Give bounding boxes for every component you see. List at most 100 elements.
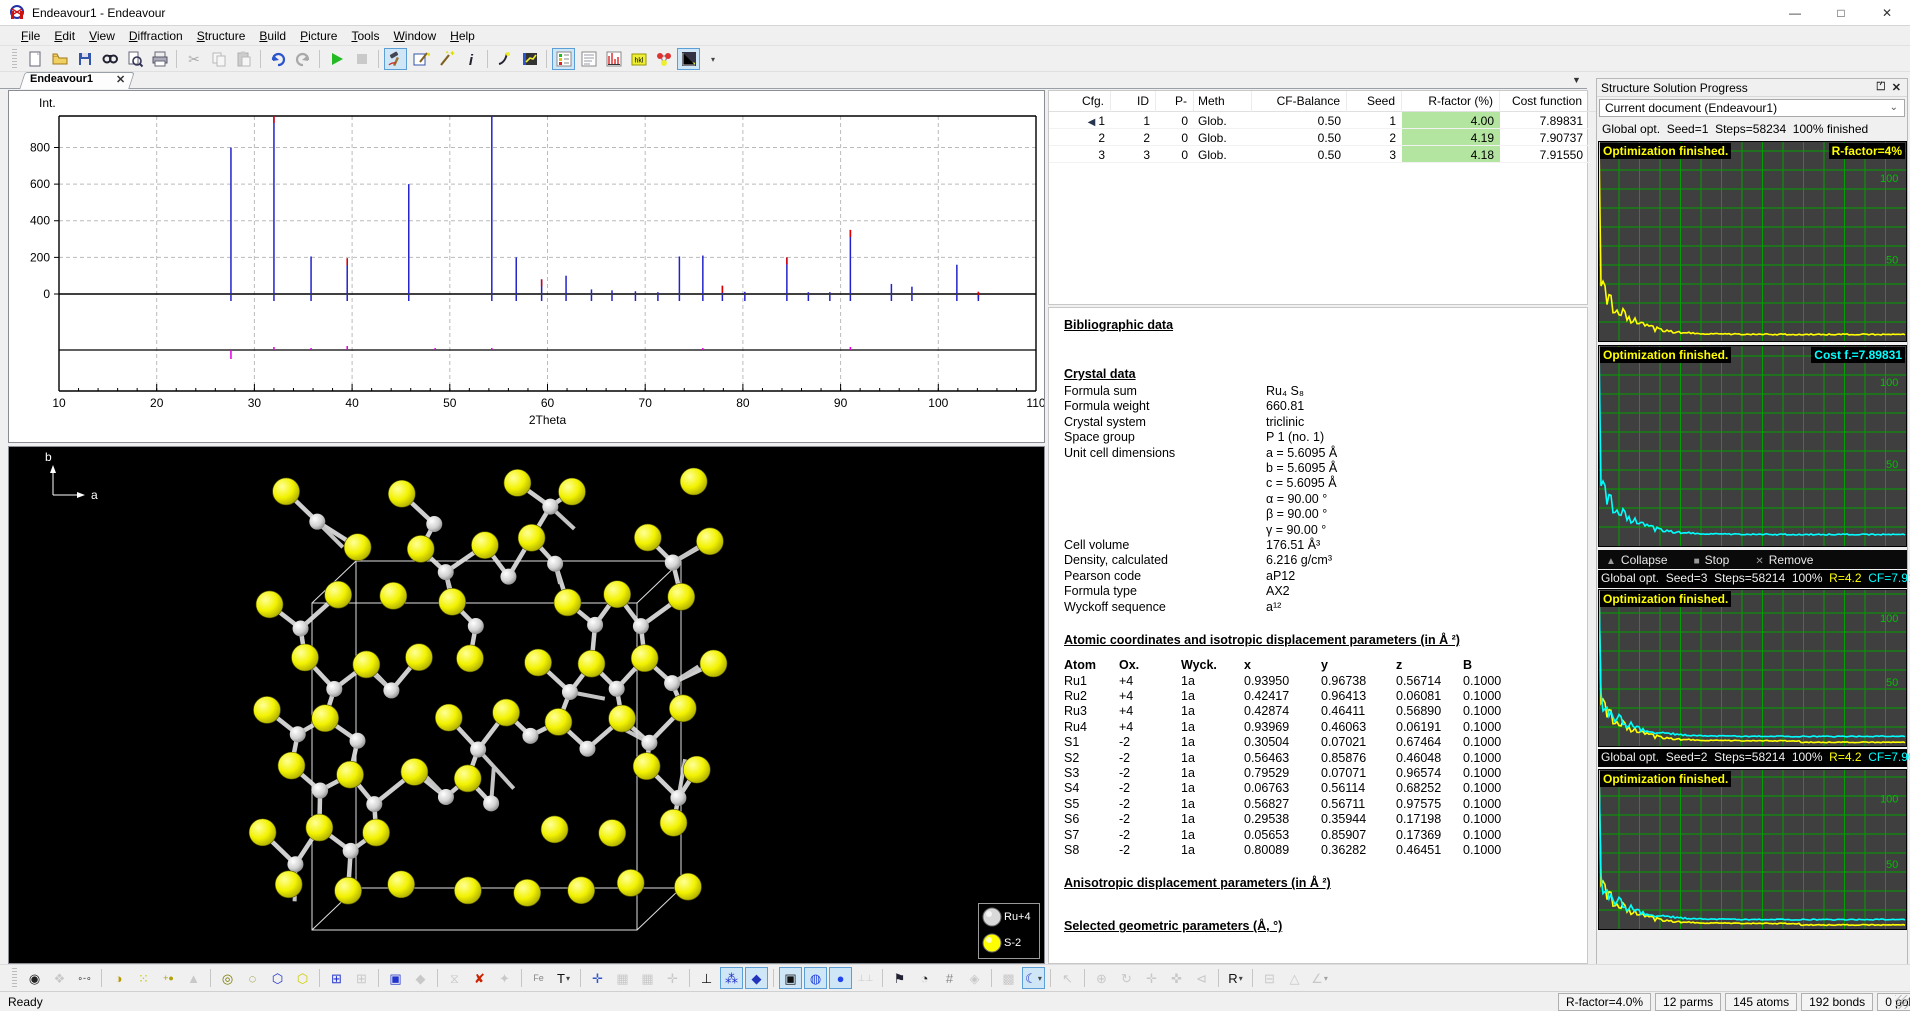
lattice-atoms-icon[interactable]: ⊞ — [325, 967, 348, 989]
background-color-icon[interactable]: ☾▾ — [1022, 967, 1045, 989]
hexagon-yellow-icon[interactable]: ⬡ — [291, 967, 314, 989]
label-options-icon[interactable]: R▾ — [1224, 967, 1247, 989]
menu-picture[interactable]: Picture — [293, 27, 344, 45]
atom-style-ring-icon[interactable]: ◎ — [216, 967, 239, 989]
polyhedron-fill-icon[interactable]: ◆ — [409, 967, 432, 989]
find-icon[interactable] — [98, 48, 121, 70]
stop-calculation-icon[interactable] — [350, 48, 373, 70]
ballstick-mode-icon[interactable]: ⁂ — [720, 967, 743, 989]
print-icon[interactable] — [148, 48, 171, 70]
diagram-view-icon[interactable] — [677, 48, 700, 70]
report-view-icon[interactable] — [577, 48, 600, 70]
edit-atoms-icon[interactable]: ◉ — [23, 967, 46, 989]
config-col-header[interactable]: R-factor (%) — [1402, 91, 1500, 112]
config-cell[interactable]: Glob. — [1194, 146, 1252, 163]
cleanup-icon[interactable]: ✦ — [493, 967, 516, 989]
config-cell[interactable]: 0 — [1156, 129, 1194, 146]
move-atoms-icon[interactable]: ✛ — [586, 967, 609, 989]
undo-icon[interactable] — [266, 48, 289, 70]
add-atoms-icon[interactable]: ⁙ — [132, 967, 155, 989]
stop-button[interactable]: ■Stop — [1694, 553, 1730, 567]
config-col-header[interactable]: P- — [1156, 91, 1194, 112]
tab-close-icon[interactable]: ✕ — [116, 73, 125, 86]
print-preview-icon[interactable] — [123, 48, 146, 70]
toolbar-grip-bottom[interactable] — [12, 968, 17, 988]
copy-icon[interactable] — [207, 48, 230, 70]
config-cell[interactable]: 4.19 — [1402, 129, 1500, 146]
remove-button[interactable]: ✕Remove — [1755, 553, 1813, 567]
zoom-view-icon[interactable]: ✜ — [1165, 967, 1188, 989]
crystal-structure-canvas[interactable]: ba — [9, 447, 1044, 963]
minimize-button[interactable]: — — [1772, 0, 1818, 26]
diffraction-pattern-pane[interactable]: 0200400600800Int.10203040506070809010011… — [8, 90, 1045, 443]
resize-grip[interactable] — [1895, 995, 1909, 1009]
text-label-icon[interactable]: T▾ — [552, 967, 575, 989]
dropdown-arrow-icon[interactable]: ▾ — [1324, 974, 1328, 983]
texture-icon[interactable]: ▩ — [997, 967, 1020, 989]
config-cell[interactable]: ◀1 — [1049, 112, 1111, 129]
menu-file[interactable]: File — [14, 27, 47, 45]
seed3-progress-graph[interactable]: 10050Optimization finished. — [1598, 589, 1907, 747]
costfunction-progress-graph[interactable]: 10050Optimization finished.Cost f.=7.898… — [1598, 345, 1907, 547]
rfactor-progress-graph[interactable]: 10050Optimization finished.R-factor=4% — [1598, 141, 1907, 342]
torsion-ruler-icon[interactable]: ∠▾ — [1308, 967, 1331, 989]
lattice-tree-icon[interactable]: ⊞ — [350, 967, 373, 989]
config-col-header[interactable]: Meth — [1194, 91, 1252, 112]
seed2-progress-graph[interactable]: 10050Optimization finished. — [1598, 769, 1907, 930]
config-cell[interactable]: 3 — [1347, 146, 1402, 163]
save-icon[interactable] — [73, 48, 96, 70]
config-cell[interactable]: Glob. — [1194, 129, 1252, 146]
expand-box-icon[interactable]: ▦ — [611, 967, 634, 989]
wizard-icon[interactable]: ✦✦ — [434, 48, 457, 70]
select-cursor-icon[interactable]: ↖ — [1056, 967, 1079, 989]
cut-icon[interactable]: ✂ — [182, 48, 205, 70]
menu-structure[interactable]: Structure — [190, 27, 253, 45]
config-cell[interactable]: 7.91550 — [1500, 146, 1589, 163]
unit-cell-icon[interactable]: ▣ — [384, 967, 407, 989]
config-cell[interactable]: 2 — [1049, 129, 1111, 146]
config-cell[interactable]: 0 — [1156, 112, 1194, 129]
sphere-solid-icon[interactable]: ● — [829, 967, 852, 989]
config-cell[interactable]: 3 — [1049, 146, 1111, 163]
fill-color-icon[interactable]: ◑ — [107, 967, 130, 989]
config-col-header[interactable]: CF-Balance — [1252, 91, 1347, 112]
config-cell[interactable]: 4.00 — [1402, 112, 1500, 129]
config-col-header[interactable]: ID — [1111, 91, 1156, 112]
wireframe-mode-icon[interactable]: ⊥ — [695, 967, 718, 989]
view-dropdown[interactable]: ▾ — [702, 48, 725, 70]
dropdown-arrow-icon[interactable]: ▾ — [1038, 974, 1042, 983]
menu-build[interactable]: Build — [252, 27, 293, 45]
config-cell[interactable]: 7.90737 — [1500, 129, 1589, 146]
atom-style-dotted-icon[interactable]: ◌ — [241, 967, 264, 989]
new-file-icon[interactable] — [23, 48, 46, 70]
open-file-icon[interactable] — [48, 48, 71, 70]
config-cell[interactable]: 1 — [1111, 112, 1156, 129]
edit-groups-icon[interactable]: ❖ — [48, 967, 71, 989]
angle-ruler-icon[interactable]: △ — [1283, 967, 1306, 989]
cell-range-icon[interactable]: ⧖ — [443, 967, 466, 989]
sphere-hatched-icon[interactable]: ◍ — [804, 967, 827, 989]
paste-icon[interactable] — [232, 48, 255, 70]
panel-close-icon[interactable]: ✕ — [1892, 81, 1901, 94]
move-view-icon[interactable]: ✛ — [1140, 967, 1163, 989]
maximize-button[interactable]: □ — [1818, 0, 1864, 26]
config-cell[interactable]: 7.89831 — [1500, 112, 1589, 129]
dropdown-arrow-icon[interactable]: ▾ — [1239, 974, 1243, 983]
redo-icon[interactable] — [291, 48, 314, 70]
rotate-view-icon[interactable]: ↻ — [1115, 967, 1138, 989]
shrink-box-icon[interactable]: ▦ — [636, 967, 659, 989]
config-cell[interactable]: Glob. — [1194, 112, 1252, 129]
spread-icon[interactable]: ✛ — [661, 967, 684, 989]
config-cell[interactable]: 1 — [1347, 112, 1402, 129]
refine-icon[interactable]: ✦ — [409, 48, 432, 70]
lattice-grid-icon[interactable]: # — [938, 967, 961, 989]
document-tab-label[interactable]: Endeavour1 — [30, 73, 93, 85]
diamond-marker-icon[interactable]: ◈ — [963, 967, 986, 989]
config-cell[interactable]: 4.18 — [1402, 146, 1500, 163]
config-cell[interactable]: 2 — [1111, 129, 1156, 146]
toolbar-grip[interactable] — [12, 49, 17, 69]
rotation-clock-icon[interactable]: ◔ — [913, 967, 936, 989]
document-selector-dropdown[interactable]: Current document (Endeavour1) ⌄ — [1599, 99, 1905, 117]
edit-bonds-icon[interactable]: ∘-∘ — [73, 967, 96, 989]
info-icon[interactable]: i — [459, 48, 482, 70]
